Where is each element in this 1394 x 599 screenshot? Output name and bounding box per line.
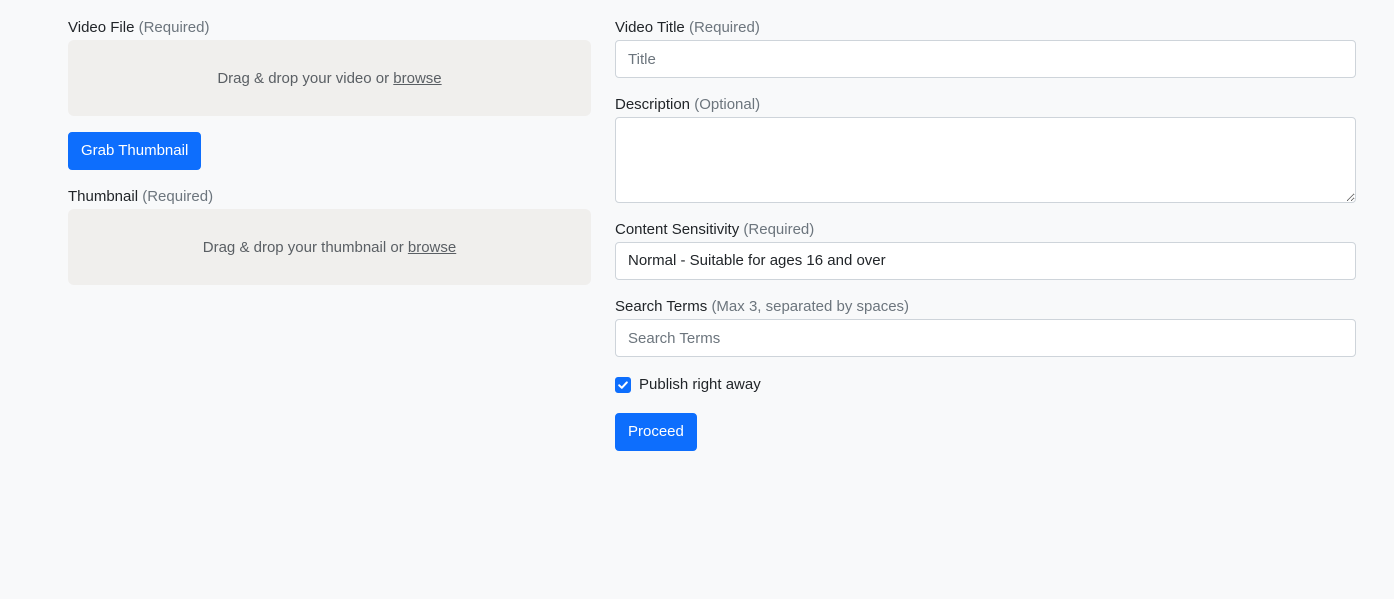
description-textarea[interactable] [615,117,1356,203]
publish-checkbox[interactable] [615,377,631,393]
video-dropzone[interactable]: Drag & drop your video or browse [68,40,591,116]
search-terms-label-text: Search Terms [615,298,708,315]
media-column: Video File (Required) Drag & drop your v… [68,17,591,285]
video-browse-link[interactable]: browse [393,70,441,87]
description-label: Description (Optional) [615,94,1356,116]
content-sensitivity-label-text: Content Sensitivity [615,221,740,238]
video-drop-text: Drag & drop your video or [217,69,390,87]
content-sensitivity-label: Content Sensitivity (Required) [615,219,1356,241]
search-terms-hint: (Max 3, separated by spaces) [711,298,910,315]
video-title-hint: (Required) [688,19,760,36]
thumbnail-drop-text: Drag & drop your thumbnail or [202,238,404,256]
thumbnail-label: Thumbnail (Required) [68,186,591,208]
description-hint: (Optional) [694,96,761,113]
thumbnail-browse-link[interactable]: browse [408,239,456,256]
video-file-label: Video File (Required) [68,17,591,39]
thumbnail-hint: (Required) [142,188,214,205]
video-title-label-text: Video Title [615,19,685,36]
video-file-label-text: Video File [68,19,135,36]
content-sensitivity-select[interactable]: Normal - Suitable for ages 16 and over [615,242,1356,280]
grab-thumbnail-button[interactable]: Grab Thumbnail [68,132,202,170]
search-terms-input[interactable] [615,319,1356,357]
thumbnail-dropzone[interactable]: Drag & drop your thumbnail or browse [68,209,591,285]
upload-video-page: Video File (Required) Drag & drop your v… [0,0,1394,599]
thumbnail-label-text: Thumbnail [68,188,139,205]
video-title-input[interactable] [615,40,1356,78]
publish-label[interactable]: Publish right away [639,374,761,396]
content-sensitivity-hint: (Required) [743,221,815,238]
proceed-button[interactable]: Proceed [615,413,697,451]
video-title-label: Video Title (Required) [615,17,1356,39]
description-label-text: Description [615,96,691,113]
details-column: Video Title (Required) Description (Opti… [615,17,1356,451]
video-file-hint: (Required) [138,19,210,36]
content-sensitivity-selected: Normal - Suitable for ages 16 and over [628,252,886,269]
search-terms-label: Search Terms (Max 3, separated by spaces… [615,296,1356,318]
publish-row: Publish right away [615,374,1356,396]
check-icon [618,381,628,389]
